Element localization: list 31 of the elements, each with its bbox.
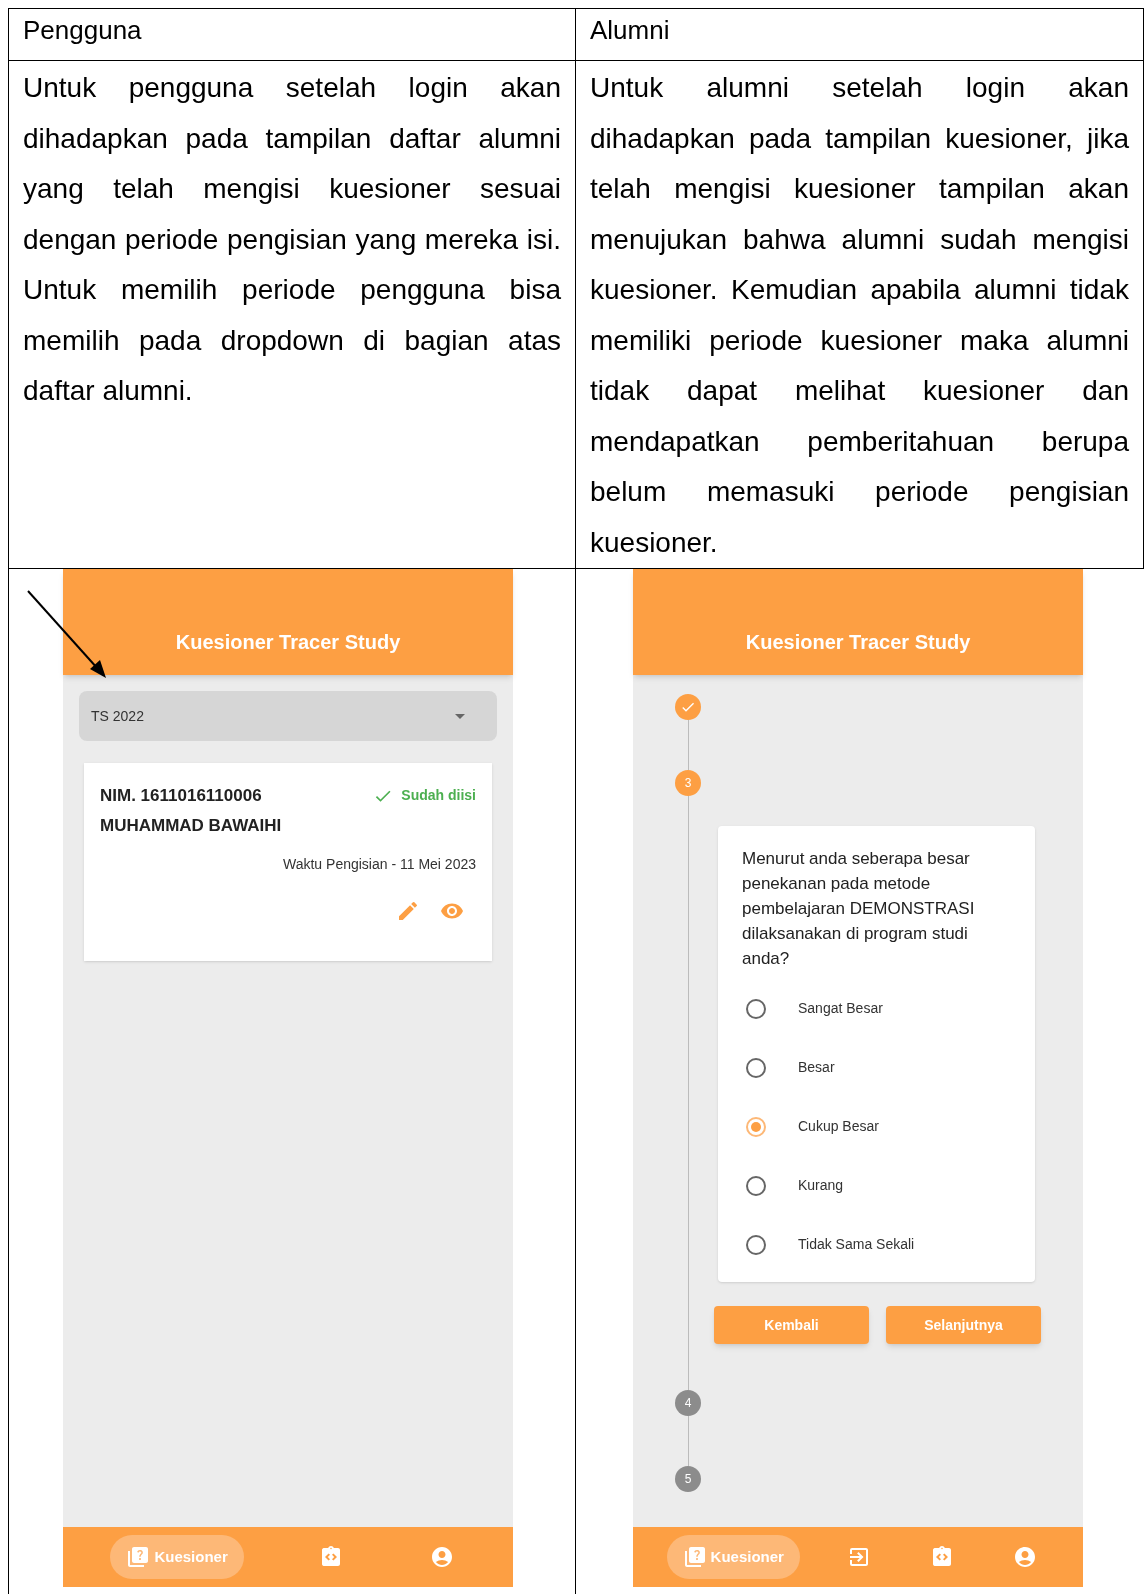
account-icon — [1013, 1545, 1038, 1569]
radio-option[interactable]: Sangat Besar — [742, 979, 1011, 1038]
radio-option[interactable]: Tidak Sama Sekali — [742, 1215, 1011, 1274]
radio-button[interactable] — [746, 1116, 766, 1137]
dropdown-caret-icon — [455, 713, 465, 719]
app-title: Kuesioner Tracer Study — [745, 630, 971, 655]
step-indicator: 5 — [675, 1466, 701, 1492]
period-dropdown[interactable]: TS 2022 — [79, 691, 497, 741]
edit-icon[interactable] — [396, 899, 420, 923]
quiz-icon — [682, 1545, 707, 1569]
radio-button[interactable] — [746, 1057, 766, 1078]
column-header: Alumni — [590, 15, 670, 45]
step-indicator: 4 — [675, 1390, 701, 1416]
step-indicator: 3 — [675, 770, 701, 796]
student-id: NIM. 1611016110006 — [100, 785, 262, 807]
app-title: Kuesioner Tracer Study — [175, 630, 401, 655]
submission-time: Waktu Pengisian - 11 Mei 2023 — [283, 855, 476, 874]
radio-button[interactable] — [746, 1175, 766, 1196]
question-text: Menurut anda seberapa besar penekanan pada metode pembelajaran DEMONSTRASI dilaksanakan di program studi anda? — [742, 848, 976, 970]
radio-button[interactable] — [746, 998, 766, 1019]
account-icon — [429, 1545, 454, 1569]
quiz-icon — [126, 1545, 151, 1569]
completion-status: Sudah diisi — [373, 783, 476, 809]
radio-option[interactable]: Cukup Besar — [742, 1097, 1011, 1156]
radio-option[interactable]: Kurang — [742, 1156, 1011, 1215]
description-text: Untuk alumni setelah login akan dihadapkan pada tampilan kuesioner, jika telah mengisi kuesioner tampilan akan menujukan bahwa alumni sudah mengisi kuesioner. Kemudian apabila alumni tidak memiliki periode kuesioner maka alumni tidak dapat melihat kuesioner dan mendapatkan pemberitahuan berupa belum memasuki periode pengisian kuesioner. — [590, 71, 1129, 560]
column-header: Pengguna — [23, 15, 142, 45]
radio-button[interactable] — [746, 1234, 766, 1255]
description-text: Untuk pengguna setelah login akan dihadapkan pada tampilan daftar alumni yang telah mengisi kuesioner sesuai dengan periode pengisian yang mereka isi. Untuk memilih periode pengguna bisa memilih pada dropdown di bagian atas daftar alumni. — [23, 71, 561, 408]
student-name: MUHAMMAD BAWAIHI — [100, 814, 283, 837]
radio-option[interactable]: Besar — [742, 1038, 1011, 1097]
